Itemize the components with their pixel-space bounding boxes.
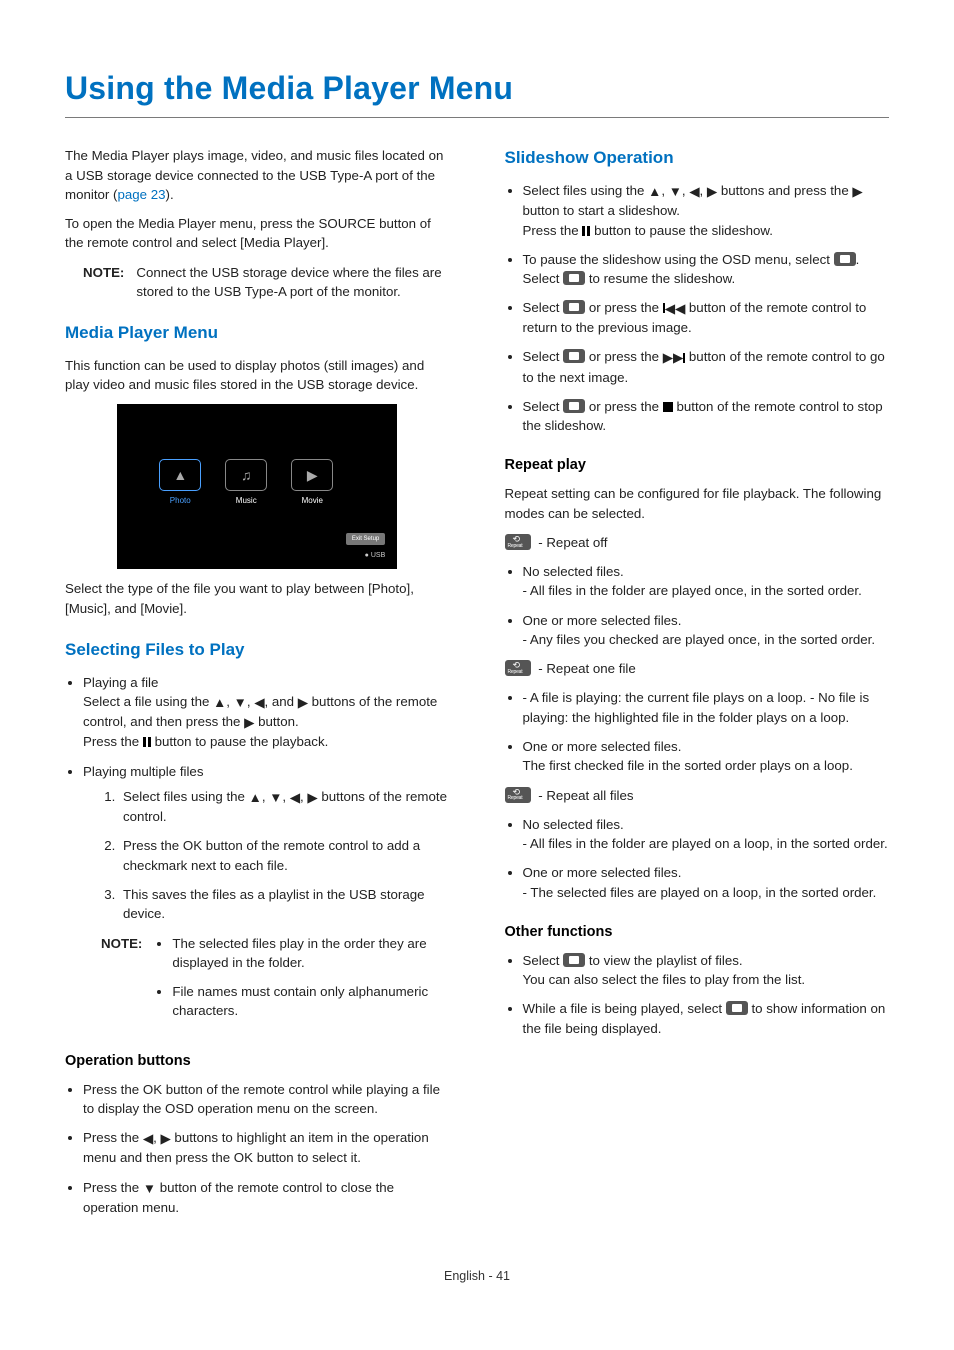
intro-p2: To open the Media Player menu, press the…	[65, 214, 450, 253]
playlist-icon	[563, 953, 585, 967]
step-3: This saves the files as a playlist in th…	[119, 885, 450, 924]
other-functions-heading: Other functions	[505, 922, 890, 943]
media-player-screenshot: ▲ Photo ♫ Music ▶ Movie Exit Setup ● USB	[117, 404, 397, 569]
mp-movie-item: ▶ Movie	[291, 459, 333, 507]
left-column: The Media Player plays image, video, and…	[65, 146, 450, 1227]
repeat-all-b2: One or more selected files.- The selecte…	[523, 863, 890, 902]
usb-indicator: ● USB	[365, 551, 386, 561]
slide-b1: Select files using the ▲, ▼, ◀, ▶ button…	[523, 181, 890, 240]
opb-1: Press the OK button of the remote contro…	[83, 1080, 450, 1119]
arrow-down-icon: ▼	[269, 788, 282, 807]
operation-buttons-heading: Operation buttons	[65, 1051, 450, 1072]
repeat-one-label: - Repeat one file	[505, 659, 890, 678]
repeat-intro: Repeat setting can be configured for fil…	[505, 484, 890, 523]
slide-b5: Select or press the button of the remote…	[523, 397, 890, 436]
arrow-left-icon: ◀	[143, 1129, 153, 1148]
photo-icon: ▲	[173, 465, 187, 485]
opb-3: Press the ▼ button of the remote control…	[83, 1178, 450, 1218]
other-b2: While a file is being played, select to …	[523, 999, 890, 1038]
title-divider	[65, 117, 889, 118]
skip-forward-icon: ▶▶	[663, 348, 685, 367]
repeat-one-b2: One or more selected files.The first che…	[523, 737, 890, 776]
osd-prev-icon	[563, 300, 585, 314]
repeat-heading: Repeat play	[505, 455, 890, 476]
slide-b2: To pause the slideshow using the OSD men…	[523, 250, 890, 289]
arrow-right-icon: ▶	[707, 182, 717, 201]
osd-play-icon	[563, 271, 585, 285]
arrow-right-icon: ▶	[307, 788, 317, 807]
playing-a-file-item: Playing a file Select a file using the ▲…	[83, 673, 450, 752]
arrow-down-icon: ▼	[669, 182, 682, 201]
play-right-icon: ▶	[244, 713, 254, 732]
arrow-up-icon: ▲	[213, 693, 226, 712]
stop-icon	[663, 402, 673, 412]
osd-pause-icon	[834, 252, 856, 266]
mpm-p2: Select the type of the file you want to …	[65, 579, 450, 618]
info-icon	[726, 1001, 748, 1015]
slideshow-heading: Slideshow Operation	[505, 146, 890, 171]
repeat-one-icon	[505, 660, 531, 676]
arrow-left-icon: ◀	[689, 182, 699, 201]
mp-photo-item: ▲ Photo	[159, 459, 201, 507]
slide-b4: Select or press the ▶▶ button of the rem…	[523, 347, 890, 387]
opb-2: Press the ◀, ▶ buttons to highlight an i…	[83, 1128, 450, 1168]
music-icon: ♫	[241, 465, 252, 485]
play-right-icon: ▶	[852, 182, 862, 201]
skip-back-icon: ◀◀	[663, 299, 685, 318]
repeat-all-label: - Repeat all files	[505, 786, 890, 805]
repeat-off-icon	[505, 534, 531, 550]
note-label: NOTE:	[83, 263, 124, 302]
page-footer: English - 41	[65, 1267, 889, 1285]
arrow-up-icon: ▲	[249, 788, 262, 807]
page-23-link[interactable]: page 23	[117, 187, 165, 202]
arrow-up-icon: ▲	[648, 182, 661, 201]
arrow-right-icon: ▶	[298, 693, 308, 712]
play-icon: ▶	[307, 465, 318, 485]
osd-stop-icon	[563, 399, 585, 413]
arrow-down-icon: ▼	[234, 693, 247, 712]
right-column: Slideshow Operation Select files using t…	[505, 146, 890, 1227]
arrow-left-icon: ◀	[290, 788, 300, 807]
pause-icon	[143, 737, 151, 747]
arrow-left-icon: ◀	[254, 693, 264, 712]
step-2: Press the OK button of the remote contro…	[119, 836, 450, 875]
mpm-p1: This function can be used to display pho…	[65, 356, 450, 395]
repeat-one-b1: - A file is playing: the current file pl…	[523, 688, 890, 727]
repeat-off-b2: One or more selected files.- Any files y…	[523, 611, 890, 650]
exit-setup-button: Exit Setup	[346, 533, 385, 546]
repeat-off-label: - Repeat off	[505, 533, 890, 552]
osd-next-icon	[563, 349, 585, 363]
slide-b3: Select or press the ◀◀ button of the rem…	[523, 298, 890, 337]
step-1: Select files using the ▲, ▼, ◀, ▶ button…	[119, 787, 450, 827]
repeat-all-icon	[505, 787, 531, 803]
repeat-off-b1: No selected files.- All files in the fol…	[523, 562, 890, 601]
arrow-right-icon: ▶	[161, 1129, 171, 1148]
pause-icon	[582, 226, 590, 236]
intro-p1: The Media Player plays image, video, and…	[65, 146, 450, 204]
multiple-files-note: NOTE: The selected files play in the ord…	[101, 934, 450, 1031]
playing-multiple-files-item: Playing multiple files Select files usin…	[83, 762, 450, 1031]
page-title: Using the Media Player Menu	[65, 65, 889, 111]
media-player-menu-heading: Media Player Menu	[65, 321, 450, 346]
other-b1: Select to view the playlist of files. Yo…	[523, 951, 890, 990]
arrow-down-icon: ▼	[143, 1179, 156, 1198]
mp-music-item: ♫ Music	[225, 459, 267, 507]
repeat-all-b1: No selected files.- All files in the fol…	[523, 815, 890, 854]
intro-note: NOTE: Connect the USB storage device whe…	[83, 263, 450, 302]
selecting-files-heading: Selecting Files to Play	[65, 638, 450, 663]
